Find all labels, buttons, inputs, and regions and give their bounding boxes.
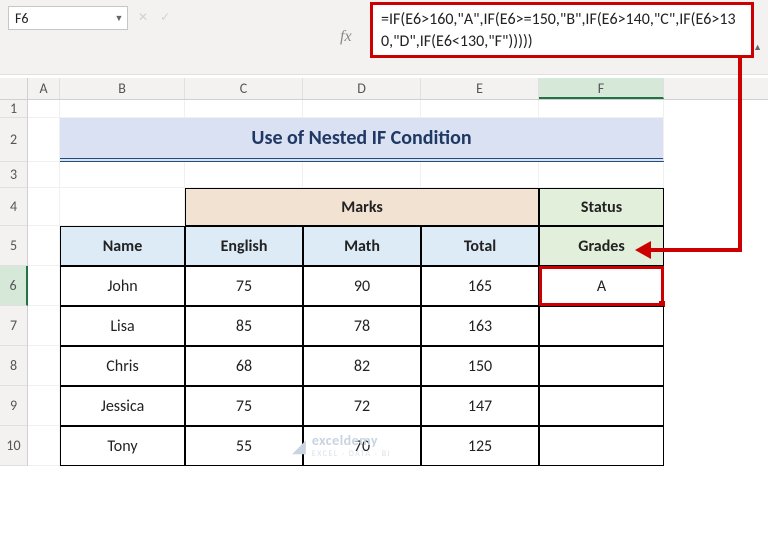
header-grades[interactable]: Grades: [539, 226, 664, 266]
row-header[interactable]: 1: [0, 100, 28, 118]
formula-bar-icons: ✕ ✓: [138, 10, 170, 25]
cell-math[interactable]: 82: [303, 346, 421, 386]
title-cell[interactable]: Use of Nested IF Condition: [60, 118, 664, 162]
cell-name[interactable]: Chris: [60, 346, 185, 386]
worksheet-grid[interactable]: 1 2 Use of Nested IF Condition 3 4 Marks…: [0, 100, 768, 533]
cell-name[interactable]: John: [60, 266, 185, 306]
cell[interactable]: [28, 100, 60, 118]
selected-cell-F6[interactable]: A: [539, 266, 664, 306]
row-header[interactable]: 8: [0, 346, 28, 386]
row-header[interactable]: 9: [0, 386, 28, 426]
cell-name[interactable]: Lisa: [60, 306, 185, 346]
cancel-icon[interactable]: ✕: [138, 10, 148, 25]
cell-grade[interactable]: [539, 386, 664, 426]
cell-math[interactable]: 78: [303, 306, 421, 346]
col-header-B[interactable]: B: [60, 78, 185, 99]
cell[interactable]: [421, 162, 539, 188]
row-header[interactable]: 5: [0, 226, 28, 266]
col-header-F[interactable]: F: [539, 78, 664, 99]
row-header[interactable]: 10: [0, 426, 28, 466]
cell[interactable]: [539, 100, 664, 118]
cell[interactable]: [28, 118, 60, 162]
cell[interactable]: [28, 346, 60, 386]
formula-bar-collapse-icon[interactable]: ▲: [753, 42, 762, 53]
cell[interactable]: [28, 162, 60, 188]
name-box-value: F6: [9, 10, 111, 27]
col-header-E[interactable]: E: [421, 78, 539, 99]
cell[interactable]: [60, 162, 185, 188]
cell-total[interactable]: 163: [421, 306, 539, 346]
cell-grade[interactable]: [539, 346, 664, 386]
cell-total[interactable]: 150: [421, 346, 539, 386]
cell[interactable]: [60, 188, 185, 226]
col-header-A[interactable]: A: [28, 78, 60, 99]
cell-english[interactable]: 75: [185, 386, 303, 426]
header-total[interactable]: Total: [421, 226, 539, 266]
cell-total[interactable]: 125: [421, 426, 539, 466]
enter-icon[interactable]: ✓: [160, 10, 170, 25]
cell[interactable]: [28, 226, 60, 266]
cell-math[interactable]: 90: [303, 266, 421, 306]
cell-english[interactable]: 68: [185, 346, 303, 386]
header-math[interactable]: Math: [303, 226, 421, 266]
formula-bar-area: F6 ▼ ✕ ✓ fx =IF(E6>160,"A",IF(E6>=150,"B…: [0, 0, 768, 75]
cell-math[interactable]: 70: [303, 426, 421, 466]
col-header-C[interactable]: C: [185, 78, 303, 99]
cell-english[interactable]: 85: [185, 306, 303, 346]
fx-icon[interactable]: fx: [340, 28, 352, 46]
cell[interactable]: [28, 188, 60, 226]
cell[interactable]: [185, 100, 303, 118]
cell-name[interactable]: Jessica: [60, 386, 185, 426]
name-box[interactable]: F6 ▼: [8, 6, 128, 30]
col-header-D[interactable]: D: [303, 78, 421, 99]
select-all-cell[interactable]: [0, 78, 28, 99]
cell[interactable]: [28, 426, 60, 466]
cell-total[interactable]: 147: [421, 386, 539, 426]
cell[interactable]: [539, 162, 664, 188]
chevron-down-icon[interactable]: ▼: [111, 13, 127, 24]
formula-bar-input[interactable]: =IF(E6>160,"A",IF(E6>=150,"B",IF(E6>140,…: [372, 4, 752, 56]
cell-english[interactable]: 55: [185, 426, 303, 466]
cell[interactable]: [303, 162, 421, 188]
cell-name[interactable]: Tony: [60, 426, 185, 466]
row-header[interactable]: 2: [0, 118, 28, 162]
cell-total[interactable]: 165: [421, 266, 539, 306]
row-header[interactable]: 3: [0, 162, 28, 188]
cell[interactable]: [28, 266, 60, 306]
header-status[interactable]: Status: [539, 188, 664, 226]
row-header[interactable]: 6: [0, 266, 28, 306]
cell-math[interactable]: 72: [303, 386, 421, 426]
column-headers: A B C D E F: [0, 78, 768, 100]
cell[interactable]: [421, 100, 539, 118]
header-english[interactable]: English: [185, 226, 303, 266]
row-header[interactable]: 4: [0, 188, 28, 226]
header-marks[interactable]: Marks: [185, 188, 539, 226]
cell-english[interactable]: 75: [185, 266, 303, 306]
cell[interactable]: [60, 100, 185, 118]
cell-grade: A: [597, 277, 606, 296]
header-name[interactable]: Name: [60, 226, 185, 266]
cell[interactable]: [28, 386, 60, 426]
cell-grade[interactable]: [539, 426, 664, 466]
cell-grade[interactable]: [539, 306, 664, 346]
row-header[interactable]: 7: [0, 306, 28, 346]
cell[interactable]: [185, 162, 303, 188]
cell[interactable]: [28, 306, 60, 346]
cell[interactable]: [303, 100, 421, 118]
